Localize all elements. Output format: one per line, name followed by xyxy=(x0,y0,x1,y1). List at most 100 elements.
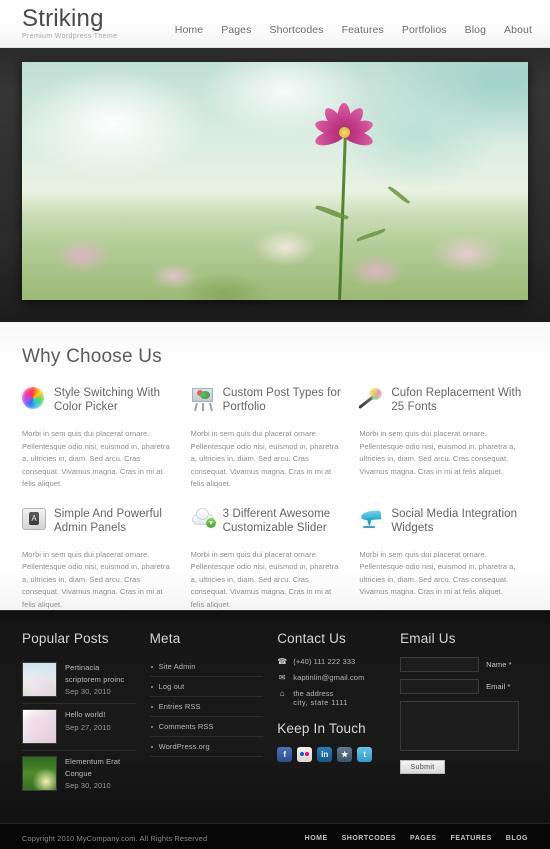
site-footer: Popular Posts Pertinacia scriptorem proi… xyxy=(0,610,550,823)
feature-body: Morbi in sem quis dui placerat ornare. P… xyxy=(22,429,170,488)
feature-body: Morbi in sem quis dui placerat ornare. P… xyxy=(359,549,516,597)
envelope-icon: ✉ xyxy=(278,673,286,682)
feature-body: Morbi in sem quis dui placerat ornare. P… xyxy=(190,549,339,609)
feature-item: Style Switching With Color Picker Morbi … xyxy=(22,386,191,491)
logo-title: Striking xyxy=(22,5,104,32)
meta-item-site-admin[interactable]: Site Admin xyxy=(150,657,264,676)
cloud-download-icon xyxy=(191,507,216,532)
message-field[interactable] xyxy=(400,701,520,751)
logo-subtitle: Premium Wordpress Theme xyxy=(22,33,118,40)
post-thumbnail xyxy=(22,709,57,744)
footer-email-form: Email Us Name * Email * Submit xyxy=(400,631,528,823)
twitter-icon[interactable]: t xyxy=(357,747,373,762)
post-title[interactable]: Hello world! xyxy=(65,709,136,721)
feature-title: 3 Different Awesome Customizable Slider xyxy=(222,507,331,534)
hero-slider[interactable] xyxy=(0,48,550,322)
email-field-row: Email * xyxy=(400,679,528,694)
meta-item-log-out[interactable]: Log out xyxy=(150,677,264,696)
contact-email[interactable]: kaptinlin@gmail.com xyxy=(293,673,364,682)
footer-popular-posts: Popular Posts Pertinacia scriptorem proi… xyxy=(22,631,150,823)
site-header: Striking Premium Wordpress Theme Home Pa… xyxy=(0,0,550,48)
post-thumbnail xyxy=(22,662,57,697)
feature-title: Simple And Powerful Admin Panels xyxy=(54,507,163,534)
main-navigation: Home Pages Shortcodes Features Portfolio… xyxy=(175,24,532,36)
email-us-title: Email Us xyxy=(400,631,456,646)
color-wheel-icon xyxy=(22,387,46,411)
hero-meadow-layer xyxy=(22,190,528,300)
nav-item-portfolios[interactable]: Portfolios xyxy=(402,24,447,36)
post-date: Sep 30, 2010 xyxy=(65,687,111,696)
twitter-bird-icon xyxy=(359,508,383,532)
feature-body: Morbi in sem quis dui placerat ornare. P… xyxy=(22,549,170,609)
name-field[interactable] xyxy=(400,657,480,672)
contact-address-line1: the address xyxy=(293,689,334,698)
hero-image xyxy=(22,62,528,300)
feature-item: 3 Different Awesome Customizable Slider … xyxy=(191,507,360,612)
meta-item-wordpress-org[interactable]: WordPress.org xyxy=(150,737,264,756)
list-item[interactable]: Pertinacia scriptorem proinc Sep 30, 201… xyxy=(22,657,136,704)
contact-address-line2: city, state 1111 xyxy=(293,698,348,707)
section-title: Why Choose Us xyxy=(22,346,162,367)
facebook-icon[interactable]: f xyxy=(277,747,293,762)
name-label: Name * xyxy=(486,660,512,669)
email-field[interactable] xyxy=(400,679,480,694)
meta-list: Site Admin Log out Entries RSS Comments … xyxy=(149,657,264,757)
feature-item: Social Media Integration Widgets Morbi i… xyxy=(359,507,528,612)
bottom-nav-pages[interactable]: PAGES xyxy=(410,835,437,842)
name-field-row: Name * xyxy=(400,657,528,672)
post-title[interactable]: Pertinacia scriptorem proinc xyxy=(65,662,136,685)
list-item[interactable]: Hello world! Sep 27, 2010 xyxy=(22,704,136,751)
bottom-nav-blog[interactable]: BLOG xyxy=(506,835,528,842)
flickr-icon[interactable] xyxy=(297,747,313,762)
home-icon: ⌂ xyxy=(279,689,285,698)
footer-contact: Contact Us ☎ (+40) 111 222 333 ✉ kaptinl… xyxy=(277,631,400,823)
nav-item-home[interactable]: Home xyxy=(175,24,203,36)
post-title[interactable]: Elementum Erat Congue xyxy=(65,756,136,779)
nav-item-features[interactable]: Features xyxy=(342,24,384,36)
feature-item: Custom Post Types for Portfolio Morbi in… xyxy=(191,386,360,491)
magic-wand-icon xyxy=(358,387,383,411)
bottom-nav-home[interactable]: HOME xyxy=(305,835,328,842)
meta-item-comments-rss[interactable]: Comments RSS xyxy=(150,717,264,736)
admin-panel-icon xyxy=(22,507,46,532)
social-links: f in ★ t xyxy=(277,747,386,762)
meta-item-entries-rss[interactable]: Entries RSS xyxy=(150,697,264,716)
email-label: Email * xyxy=(486,682,511,691)
bottom-bar: Copyright 2010 MyCompany.com. All Rights… xyxy=(0,823,550,849)
contact-email-row[interactable]: ✉ kaptinlin@gmail.com xyxy=(277,673,386,683)
nav-item-shortcodes[interactable]: Shortcodes xyxy=(269,24,323,36)
site-logo[interactable]: Striking Premium Wordpress Theme xyxy=(22,5,118,41)
nav-item-about[interactable]: About xyxy=(504,24,532,36)
nav-item-blog[interactable]: Blog xyxy=(465,24,486,36)
feature-item: Simple And Powerful Admin Panels Morbi i… xyxy=(22,507,191,612)
feature-title: Custom Post Types for Portfolio xyxy=(222,387,341,413)
post-thumbnail xyxy=(22,756,57,791)
feature-body: Morbi in sem quis dui placerat ornare. P… xyxy=(359,429,516,476)
post-date: Sep 30, 2010 xyxy=(65,781,111,790)
feature-body: Morbi in sem quis dui placerat ornare. P… xyxy=(190,429,339,488)
feature-title: Cufon Replacement With 25 Fonts xyxy=(391,387,522,413)
keep-in-touch-title: Keep In Touch xyxy=(277,721,366,736)
feature-item: Cufon Replacement With 25 Fonts Morbi in… xyxy=(358,386,528,491)
contact-phone-row: ☎ (+40) 111 222 333 xyxy=(277,657,386,667)
footer-meta: Meta Site Admin Log out Entries RSS Comm… xyxy=(149,631,278,823)
contact-phone: (+40) 111 222 333 xyxy=(293,657,356,666)
bottom-nav-features[interactable]: FEATURES xyxy=(451,835,492,842)
submit-button[interactable]: Submit xyxy=(400,760,446,774)
copyright-text: Copyright 2010 MyCompany.com. All Rights… xyxy=(22,833,208,843)
meta-title: Meta xyxy=(149,631,181,646)
post-date: Sep 27, 2010 xyxy=(65,722,111,732)
easel-icon xyxy=(191,387,215,412)
page-root: Striking Premium Wordpress Theme Home Pa… xyxy=(0,0,550,849)
myspace-icon[interactable]: ★ xyxy=(337,747,353,762)
nav-item-pages[interactable]: Pages xyxy=(221,24,251,36)
phone-icon: ☎ xyxy=(277,657,288,666)
linkedin-icon[interactable]: in xyxy=(317,747,333,762)
popular-posts-title: Popular Posts xyxy=(22,631,109,646)
contact-title: Contact Us xyxy=(277,631,346,646)
flower-head xyxy=(313,103,375,159)
list-item[interactable]: Elementum Erat Congue Sep 30, 2010 xyxy=(22,751,136,797)
bottom-nav-shortcodes[interactable]: SHORTCODES xyxy=(342,835,396,842)
features-grid: Style Switching With Color Picker Morbi … xyxy=(22,386,528,627)
why-choose-us-section: Why Choose Us Style Switching With Color… xyxy=(0,322,550,610)
